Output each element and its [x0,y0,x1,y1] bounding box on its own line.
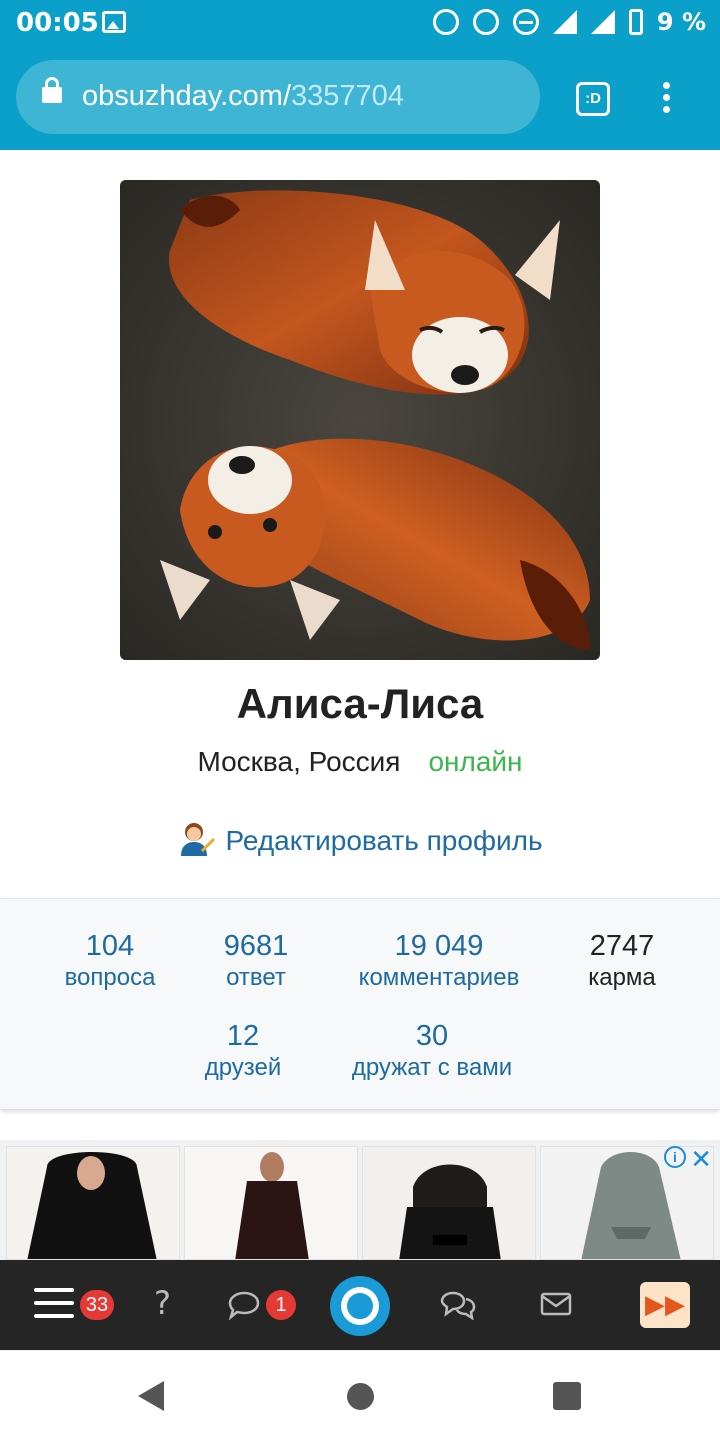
ad-banner[interactable]: i ✕ [0,1140,720,1260]
browser-menu-button[interactable] [658,82,674,116]
url-path: 3357704 [291,80,404,112]
fox-photo [120,180,600,660]
battery-icon [628,9,643,35]
ad-info-icon[interactable]: i [664,1146,686,1168]
mute-icon [472,9,499,35]
ad-image [185,1147,357,1259]
status-bar: 00:05 9 % [0,0,720,48]
lock-icon [42,77,62,103]
stat-questions-label: вопроса [64,964,156,991]
ad-item[interactable] [6,1146,180,1260]
stat-followers-label: дружат с вами [351,1054,513,1081]
alarm-icon [432,9,459,35]
stat-followers-value: 30 [415,1020,449,1052]
ad-item[interactable] [184,1146,358,1260]
mail-icon[interactable] [540,1292,572,1321]
stat-friends[interactable]: 12 друзей [183,1019,303,1083]
ad-item[interactable] [362,1146,536,1260]
browser-toolbar: obsuzhday.com/3357704 :D [0,48,720,150]
ad-close-icon[interactable]: ✕ [690,1144,712,1175]
edit-profile-label: Редактировать профиль [225,825,543,856]
stat-comments-label: комментариев [358,964,520,991]
messages-badge: 1 [266,1290,296,1320]
help-icon[interactable]: ? [154,1284,171,1322]
stat-karma-value: 2747 [589,930,655,962]
fast-forward-icon[interactable]: ▶▶ [640,1282,690,1328]
ad-image [541,1147,713,1259]
tab-switcher-button[interactable]: :D [576,82,610,116]
stat-answers-value: 9681 [223,930,289,962]
status-icons: 9 % [432,8,706,36]
profile-name: Алиса-Лиса [236,680,484,727]
address-bar[interactable]: obsuzhday.com/3357704 [16,60,540,134]
online-status: онлайн [428,746,523,777]
ad-image [7,1147,179,1259]
stat-karma: 2747 карма [562,929,682,993]
profile-avatar[interactable] [120,180,600,660]
stat-karma-label: карма [588,964,656,991]
stat-comments[interactable]: 19 049 комментариев [340,929,538,993]
stat-questions-value: 104 [85,930,135,962]
stat-questions[interactable]: 104 вопроса [50,929,170,993]
signal-icon [552,10,577,34]
stat-friends-label: друзей [204,1054,282,1081]
gallery-icon [102,11,126,33]
edit-profile-icon [177,820,216,858]
menu-icon[interactable] [34,1288,74,1322]
url-text[interactable]: obsuzhday.com/3357704 [82,80,404,113]
ad-image [363,1147,535,1259]
url-host: obsuzhday.com/ [82,80,292,112]
menu-badge: 33 [80,1290,114,1320]
stat-answers-label: ответ [226,964,286,991]
home-icon[interactable] [347,1383,374,1410]
logo-icon[interactable] [330,1276,390,1336]
status-time: 00:05 [16,8,99,38]
battery-percent: 9 % [656,8,706,36]
stat-answers[interactable]: 9681 ответ [196,929,316,993]
signal-4g-icon [590,10,615,34]
ad-item[interactable] [540,1146,714,1260]
system-nav-bar [0,1350,720,1440]
profile-location: Москва, Россия [197,746,401,777]
stat-friends-value: 12 [226,1020,260,1052]
dnd-icon [512,9,539,35]
recent-icon[interactable] [553,1382,581,1410]
chat-icon[interactable] [440,1290,476,1325]
profile-meta: Москва, Россия онлайн [0,746,720,778]
profile-stats: 104 вопроса 9681 ответ 19 049 комментари… [0,898,720,1110]
back-icon[interactable] [138,1381,164,1411]
site-bottom-nav: 33 ? 1 ▶▶ [0,1260,720,1350]
stat-comments-value: 19 049 [394,930,484,962]
comment-icon[interactable] [228,1290,260,1325]
edit-profile-link[interactable]: Редактировать профиль [0,820,720,858]
stat-followers[interactable]: 30 дружат с вами [332,1019,532,1083]
